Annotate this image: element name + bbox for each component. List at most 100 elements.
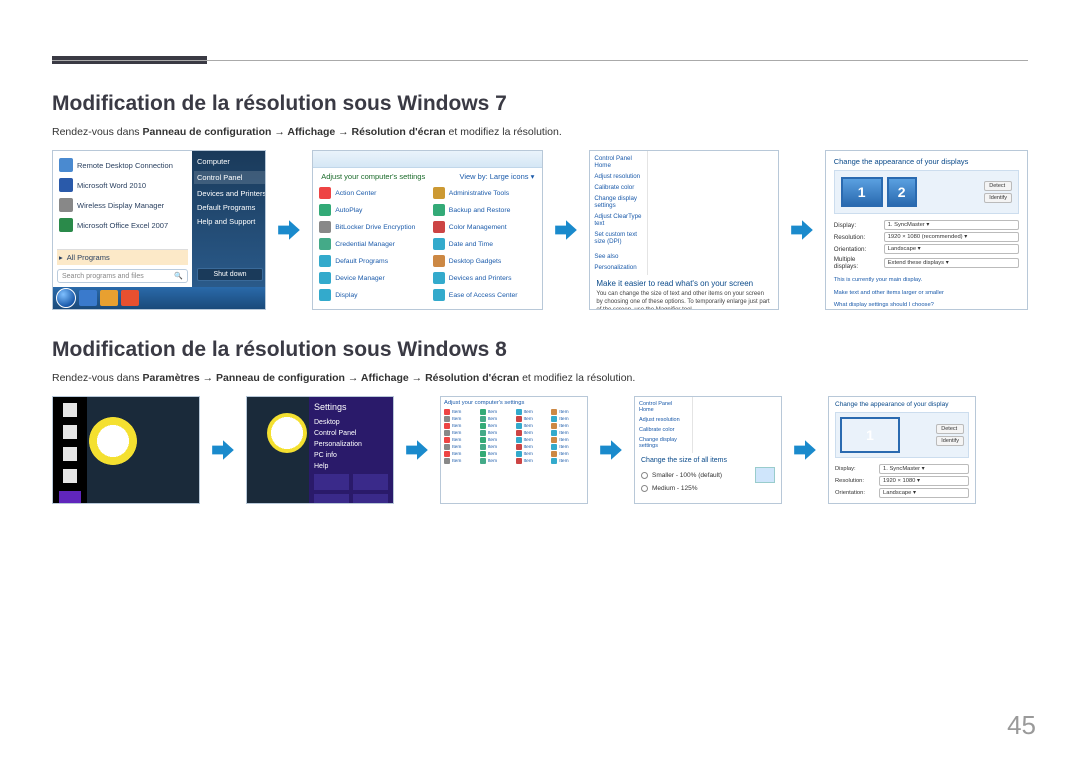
- sidebar-link: Calibrate color: [639, 427, 688, 433]
- cp-item: Item: [551, 416, 584, 422]
- arrow-icon: [789, 217, 815, 243]
- display-title: Make it easier to read what's on your sc…: [596, 279, 771, 288]
- cp-item: Item: [551, 444, 584, 450]
- monitor-preview: 1 2 Detect Identify: [834, 170, 1019, 214]
- win7-control-panel-shot: Adjust your computer's settingsView by: …: [312, 150, 543, 310]
- start-item: Remote Desktop Connection: [57, 155, 188, 175]
- cp-item: Date and Time: [433, 236, 537, 252]
- cp-item: Item: [551, 451, 584, 457]
- arrow-icon: [598, 437, 624, 463]
- cp-item: Item: [516, 409, 549, 415]
- taskbar: [247, 396, 393, 397]
- window-chrome: [313, 151, 542, 168]
- sidebar-link: Control Panel Home: [639, 401, 688, 413]
- cp-item: Item: [444, 451, 477, 457]
- cp-item: Item: [444, 437, 477, 443]
- cp-item: Item: [480, 430, 513, 436]
- res-link: Make text and other items larger or smal…: [834, 289, 1019, 298]
- cp-item: Display: [319, 287, 423, 303]
- resolution-row: Orientation:Landscape ▾: [835, 488, 969, 498]
- settings-header: Settings: [314, 402, 388, 412]
- win8-resolution-panel-shot: Change the appearance of your display 1 …: [828, 396, 976, 504]
- win8-charms-shot: 10:36 Friday August 3: [52, 396, 200, 504]
- win7-display-panel-shot: Control Panel Home Adjust resolution Calib…: [589, 150, 778, 310]
- start-right-item: Devices and Printers: [197, 189, 263, 198]
- cp-item: Item: [516, 430, 549, 436]
- share-charm-icon: [63, 425, 77, 439]
- resolution-row: Resolution:1920 × 1080 ▾: [835, 476, 969, 486]
- cp-item: Item: [516, 451, 549, 457]
- start-charm-icon: [63, 447, 77, 461]
- cp-item: Item: [516, 416, 549, 422]
- win8-steps-row: 10:36 Friday August 3 Settings: [52, 396, 1028, 504]
- win8-display-panel-shot: Control Panel Home Adjust resolution Calib…: [634, 396, 782, 504]
- search-input: Search programs and files🔍: [57, 269, 188, 283]
- cp-item: Action Center: [319, 185, 423, 201]
- search-icon: 🔍: [174, 272, 183, 280]
- display-desc: You can change the size of text and othe…: [596, 291, 771, 310]
- arrow-icon: [210, 437, 236, 463]
- start-right-item: Control Panel: [194, 171, 266, 184]
- cp-item: Item: [480, 451, 513, 457]
- cp-item: Item: [516, 423, 549, 429]
- sidebar-link: Control Panel Home: [594, 155, 643, 169]
- cp-item: Item: [551, 458, 584, 464]
- page-number: 45: [1007, 710, 1036, 741]
- display-title: Change the size of all items: [641, 457, 775, 464]
- settings-item: Help: [314, 463, 388, 470]
- settings-charm-icon: [59, 491, 81, 504]
- resolution-row: Orientation:Landscape ▾: [834, 244, 1019, 254]
- identify-button: Identify: [984, 193, 1012, 203]
- cp-item: Item: [516, 444, 549, 450]
- taskbar-icon: [100, 290, 118, 306]
- cp-item: Item: [480, 458, 513, 464]
- win8-control-panel-shot: Adjust your computer's settings ItemItem…: [440, 396, 588, 504]
- resolution-row: Display:1. SyncMaster ▾: [834, 220, 1019, 230]
- win7-resolution-panel-shot: Change the appearance of your displays 1…: [825, 150, 1028, 310]
- wallpaper-flower-icon: [267, 413, 307, 453]
- cp-heading: Adjust your computer's settings: [321, 172, 425, 181]
- cp-item: Backup and Restore: [433, 202, 537, 218]
- cp-item: Item: [480, 423, 513, 429]
- cp-item: BitLocker Drive Encryption: [319, 219, 423, 235]
- resolution-row: Multiple displays:Extend these displays …: [834, 256, 1019, 270]
- sidebar-link: Change display settings: [594, 195, 643, 209]
- cp-item: Item: [551, 430, 584, 436]
- resolution-title: Change the appearance of your displays: [834, 157, 1019, 166]
- arrow-icon: [553, 217, 579, 243]
- taskbar: [53, 287, 265, 309]
- section-title-win7: Modification de la résolution sous Windo…: [52, 92, 1028, 116]
- res-link: What display settings should I choose?: [834, 301, 1019, 310]
- cp-item: Item: [444, 409, 477, 415]
- start-right-item: Computer: [197, 157, 263, 166]
- sidebar-link: Adjust resolution: [594, 173, 643, 180]
- sidebar-link: Change display settings: [639, 437, 688, 449]
- identify-button: Identify: [936, 436, 964, 446]
- resolution-row: Display:1. SyncMaster ▾: [835, 464, 969, 474]
- cp-item: Item: [480, 409, 513, 415]
- search-charm-icon: [63, 403, 77, 417]
- resolution-title: Change the appearance of your display: [835, 401, 969, 408]
- settings-tile: [314, 494, 349, 504]
- monitor-1-icon: 1: [841, 177, 883, 207]
- cp-item: Item: [516, 458, 549, 464]
- start-orb-icon: [56, 288, 76, 308]
- cp-heading: Adjust your computer's settings: [444, 400, 584, 406]
- cp-item: Item: [444, 458, 477, 464]
- sidebar-link: Adjust ClearType text: [594, 213, 643, 227]
- monitor-1-icon: 1: [840, 417, 900, 453]
- cp-item: Color Management: [433, 219, 537, 235]
- settings-item: Desktop: [314, 419, 388, 426]
- settings-pane: Settings Desktop Control Panel Personali…: [309, 397, 393, 504]
- arrow-icon: [276, 217, 302, 243]
- start-right-item: Default Programs: [197, 203, 263, 212]
- taskbar-icon: [121, 290, 139, 306]
- start-item: Microsoft Word 2010: [57, 175, 188, 195]
- cp-item: Item: [551, 409, 584, 415]
- sidebar-link: Calibrate color: [594, 184, 643, 191]
- instruction-win8: Rendez-vous dans Paramètres → Panneau de…: [52, 372, 1028, 384]
- sidebar-link: Adjust resolution: [639, 417, 688, 423]
- cp-item: Item: [551, 423, 584, 429]
- cp-item: Ease of Access Center: [433, 287, 537, 303]
- cp-item: Default Programs: [319, 253, 423, 269]
